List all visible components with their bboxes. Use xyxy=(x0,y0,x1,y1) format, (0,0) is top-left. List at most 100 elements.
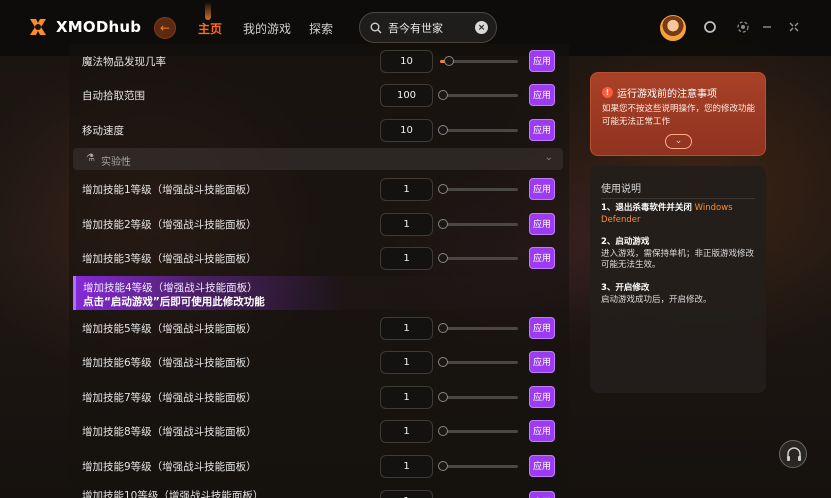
value-slider[interactable] xyxy=(438,124,518,135)
mod-label: 增加技能5等级（增强战斗技能面板） xyxy=(82,322,257,335)
value-slider[interactable] xyxy=(438,89,518,100)
slider-thumb[interactable] xyxy=(438,218,448,229)
value-input[interactable]: 1 xyxy=(380,385,433,409)
slider-thumb[interactable] xyxy=(438,425,448,436)
value-input[interactable]: 10 xyxy=(380,118,433,142)
mod-label: 增加技能9等级（增强战斗技能面板） xyxy=(82,460,257,473)
apply-button[interactable]: 应用 xyxy=(529,247,555,269)
guide-step: 3、开启修改 启动游戏成功后，开启修改。 xyxy=(601,283,761,306)
value-input[interactable]: 1 xyxy=(380,454,433,478)
value-input[interactable]: 1 xyxy=(380,419,433,443)
clear-search-icon[interactable]: × xyxy=(475,21,488,34)
mod-label: 增加技能3等级（增强战斗技能面板） xyxy=(82,252,257,265)
slider-thumb[interactable] xyxy=(438,183,448,194)
step-heading: 1、退出杀毒软件并关闭 xyxy=(601,203,692,213)
apply-button[interactable]: 应用 xyxy=(529,178,555,200)
search-box[interactable]: × xyxy=(359,12,497,43)
mod-label: 增加技能1等级（增强战斗技能面板） xyxy=(82,183,257,196)
divider xyxy=(601,198,755,199)
value-slider[interactable] xyxy=(438,425,518,436)
notice-body: 如果您不按这些说明操作，您的修改功能可能无法正常工作 xyxy=(602,104,756,127)
mod-row: 移动速度 10 应用 xyxy=(73,113,563,147)
value-slider[interactable] xyxy=(438,322,518,333)
usage-guide: 使用说明 1、退出杀毒软件并关闭 Windows Defender 2、启动游戏… xyxy=(590,166,766,393)
value-slider[interactable] xyxy=(440,55,518,66)
slider-thumb[interactable] xyxy=(438,124,448,135)
mod-row: 增加技能2等级（增强战斗技能面板） 1 应用 xyxy=(73,207,563,241)
nav-explore[interactable]: 探索 xyxy=(309,20,333,37)
mod-row: 魔法物品发现几率 10 应用 xyxy=(73,44,563,78)
apply-button[interactable]: 应用 xyxy=(529,351,555,373)
value-slider[interactable] xyxy=(438,183,518,194)
avatar[interactable] xyxy=(660,15,686,41)
app-name: XMODhub xyxy=(56,18,142,36)
value-input[interactable]: 100 xyxy=(380,83,433,107)
apply-button[interactable]: 应用 xyxy=(529,317,555,339)
arrow-left-icon: ← xyxy=(159,21,171,35)
step-heading: 3、开启修改 xyxy=(601,283,650,293)
section-header-experimental[interactable]: ⚗ 实验性 ⌄ xyxy=(73,148,563,170)
warning-notice: ! 运行游戏前的注意事项 如果您不按这些说明操作，您的修改功能可能无法正常工作 … xyxy=(590,72,766,156)
value-slider[interactable] xyxy=(438,218,518,229)
value-slider[interactable] xyxy=(438,460,518,471)
mod-row: 增加技能7等级（增强战斗技能面板） 1 应用 xyxy=(73,380,563,414)
value-input[interactable]: 1 xyxy=(380,212,433,236)
search-input[interactable] xyxy=(388,21,472,34)
mod-row: 增加技能10等级（增强战斗技能面板） 1 应用 xyxy=(73,482,563,498)
mod-row: 增加技能6等级（增强战斗技能面板） 1 应用 xyxy=(73,345,563,379)
guide-step: 1、退出杀毒软件并关闭 Windows Defender xyxy=(601,203,761,226)
value-input[interactable]: 1 xyxy=(380,177,433,201)
nav-home[interactable]: 主页 xyxy=(198,20,222,37)
step-text: 启动游戏成功后，开启修改。 xyxy=(601,294,712,305)
apply-button[interactable]: 应用 xyxy=(529,386,555,408)
apply-button[interactable]: 应用 xyxy=(529,420,555,442)
nav-my-games[interactable]: 我的游戏 xyxy=(243,20,291,37)
minimize-icon[interactable] xyxy=(760,20,774,34)
search-icon xyxy=(370,22,382,33)
slider-thumb[interactable] xyxy=(438,252,448,263)
chevron-down-icon[interactable]: ⌄ xyxy=(545,152,553,163)
apply-button[interactable]: 应用 xyxy=(529,50,555,72)
chevron-down-icon: ⌄ xyxy=(674,136,683,146)
mod-row: 增加技能9等级（增强战斗技能面板） 1 应用 xyxy=(73,449,563,483)
apply-button[interactable]: 应用 xyxy=(529,84,555,106)
slider-thumb[interactable] xyxy=(438,89,448,100)
value-input[interactable]: 10 xyxy=(380,49,433,73)
expand-button[interactable]: ⌄ xyxy=(665,134,692,149)
section-label: 实验性 xyxy=(101,157,131,168)
value-slider[interactable] xyxy=(438,391,518,402)
locked-mod-row[interactable]: 增加技能4等级（增强战斗技能面板） 点击“启动游戏”后即可使用此修改功能 xyxy=(73,276,563,310)
slider-thumb[interactable] xyxy=(438,460,448,471)
nav-active-glow xyxy=(205,2,211,20)
slider-thumb[interactable] xyxy=(438,322,448,333)
value-input[interactable]: 1 xyxy=(380,350,433,374)
step-heading: 2、启动游戏 xyxy=(601,237,650,247)
value-input[interactable]: 1 xyxy=(380,246,433,270)
apply-button[interactable]: 应用 xyxy=(529,491,555,498)
mod-row: 增加技能5等级（增强战斗技能面板） 1 应用 xyxy=(73,311,563,345)
value-input[interactable]: 1 xyxy=(380,316,433,340)
mod-label: 自动拾取范围 xyxy=(82,89,145,102)
settings-icon[interactable] xyxy=(736,20,750,34)
notification-icon[interactable] xyxy=(703,20,717,34)
slider-thumb[interactable] xyxy=(444,55,454,66)
slider-thumb[interactable] xyxy=(438,356,448,367)
apply-button[interactable]: 应用 xyxy=(529,213,555,235)
slider-thumb[interactable] xyxy=(438,391,448,402)
guide-title: 使用说明 xyxy=(601,184,641,195)
xmod-logo-icon xyxy=(30,19,46,35)
apply-button[interactable]: 应用 xyxy=(529,119,555,141)
mod-row: 增加技能8等级（增强战斗技能面板） 1 应用 xyxy=(73,414,563,448)
mod-row: 自动拾取范围 100 应用 xyxy=(73,78,563,112)
step-text: 进入游戏，需保持单机；非正版游戏修改可能无法生效。 xyxy=(601,248,755,271)
support-button[interactable] xyxy=(779,440,807,468)
value-slider[interactable] xyxy=(438,252,518,263)
mod-row: 增加技能1等级（增强战斗技能面板） 1 应用 xyxy=(73,172,563,206)
back-button[interactable]: ← xyxy=(154,17,176,39)
apply-button[interactable]: 应用 xyxy=(529,455,555,477)
value-slider[interactable] xyxy=(438,356,518,367)
app-logo[interactable]: XMODhub xyxy=(27,16,141,38)
close-icon[interactable] xyxy=(787,20,801,34)
warning-icon: ! xyxy=(602,87,613,98)
value-input[interactable]: 1 xyxy=(380,490,433,498)
